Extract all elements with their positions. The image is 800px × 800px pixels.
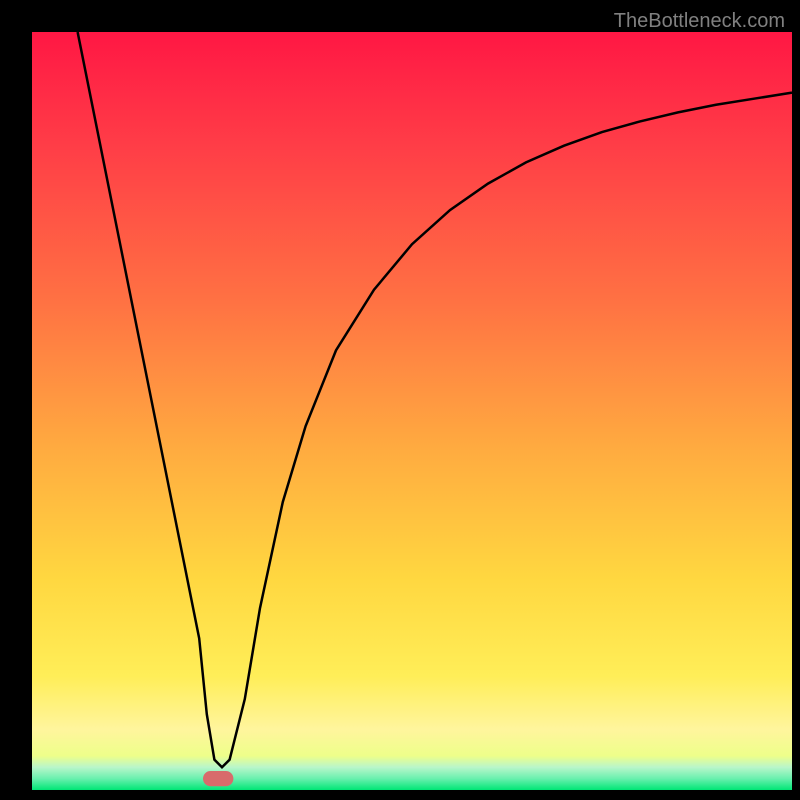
chart-svg	[0, 0, 800, 800]
minimum-marker	[203, 771, 233, 786]
plot-background	[32, 32, 792, 790]
watermark-text: TheBottleneck.com	[614, 10, 785, 33]
chart-container: TheBottleneck.com	[0, 0, 800, 800]
